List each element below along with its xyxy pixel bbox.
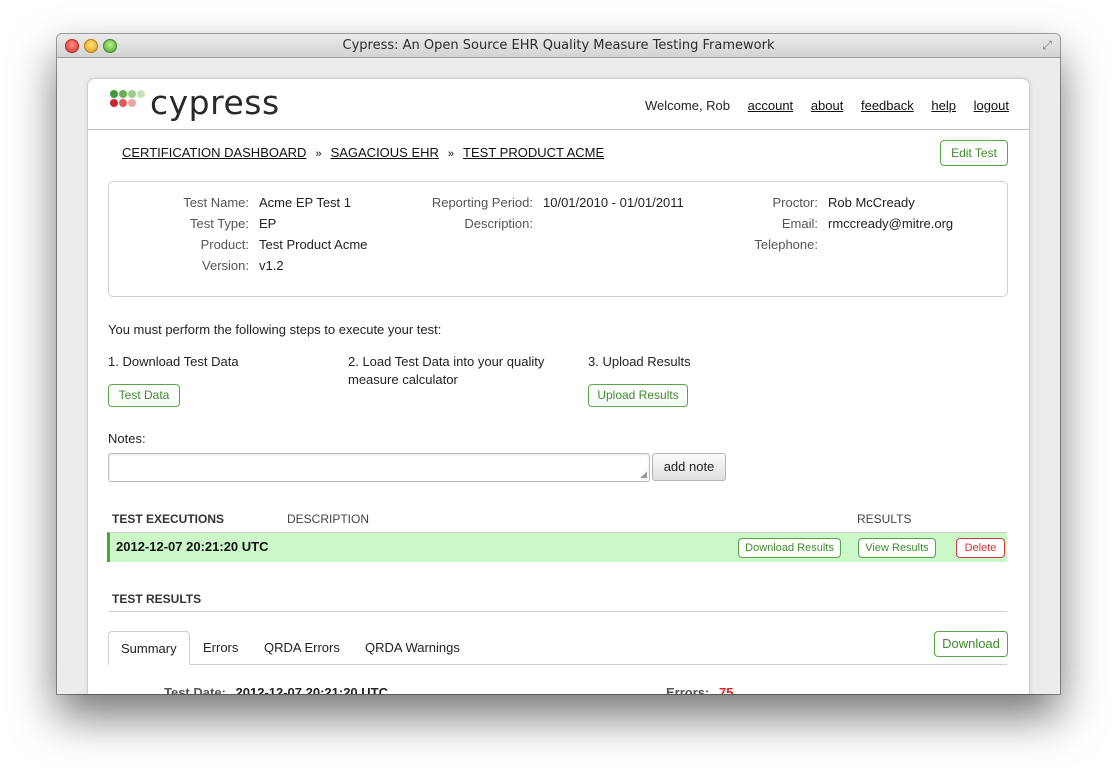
upload-results-button[interactable]: Upload Results [588, 384, 688, 407]
product-value: Test Product Acme [259, 237, 368, 252]
telephone-label: Telephone: [754, 237, 818, 252]
step-1-text: 1. Download Test Data [108, 354, 239, 369]
summary-test-date: Test Date: 2012-12-07 20:21:20 UTC [164, 685, 388, 694]
breadcrumb-product[interactable]: TEST PRODUCT ACME [463, 145, 604, 160]
test-type-value: EP [259, 216, 277, 231]
description-header: DESCRIPTION [287, 512, 370, 526]
tab-errors[interactable]: Errors [191, 631, 250, 664]
product-label: Product: [200, 237, 249, 252]
proctor-label: Proctor: [772, 195, 818, 210]
breadcrumb-dashboard[interactable]: CERTIFICATION DASHBOARD [122, 145, 306, 160]
window-title: Cypress: An Open Source EHR Quality Meas… [342, 38, 775, 53]
add-note-button[interactable]: add note [652, 453, 726, 481]
notes-label: Notes: [108, 431, 146, 446]
feedback-link[interactable]: feedback [861, 98, 914, 113]
test-name-value: Acme EP Test 1 [259, 195, 352, 210]
welcome-text: Welcome, Rob [645, 98, 731, 113]
test-name-label: Test Name: [183, 195, 249, 210]
help-link[interactable]: help [931, 98, 956, 113]
close-window-icon[interactable] [65, 39, 79, 53]
tab-qrda-warnings[interactable]: QRDA Warnings [353, 631, 472, 664]
executions-header: TEST EXECUTIONS [112, 512, 225, 526]
page-viewport: cypress Welcome, Rob account about feedb… [57, 58, 1060, 694]
tab-summary[interactable]: Summary [108, 631, 190, 665]
email-label: Email: [781, 216, 818, 231]
email-value: rmccready@mitre.org [828, 216, 954, 231]
breadcrumb-separator: » [315, 148, 322, 160]
fullscreen-icon[interactable]: ⤢ [1040, 38, 1054, 52]
main-card: cypress Welcome, Rob account about feedb… [87, 78, 1030, 694]
test-results-title: TEST RESULTS [112, 592, 202, 606]
description-label: Description: [464, 216, 533, 231]
results-header: RESULTS [857, 512, 912, 526]
download-button[interactable]: Download [934, 631, 1008, 657]
test-type-label: Test Type: [189, 216, 249, 231]
reporting-period-label: Reporting Period: [431, 195, 533, 210]
zoom-window-icon[interactable] [103, 39, 117, 53]
reporting-period-value: 10/01/2010 - 01/01/2011 [543, 195, 684, 210]
logo-text: cypress [150, 83, 280, 122]
breadcrumb: CERTIFICATION DASHBOARD » SAGACIOUS EHR » TE… [122, 145, 604, 160]
test-data-button[interactable]: Test Data [108, 384, 180, 407]
proctor-value: Rob McCready [828, 195, 915, 210]
logo-dots-icon [110, 90, 152, 116]
tab-qrda-errors[interactable]: QRDA Errors [252, 631, 352, 664]
test-date-label: Test Date: [164, 685, 226, 694]
delete-execution-button[interactable]: Delete [956, 538, 1005, 558]
errors-label: Errors: [666, 685, 710, 694]
steps-intro: You must perform the following steps to … [108, 322, 442, 337]
edit-test-button[interactable]: Edit Test [940, 140, 1008, 166]
download-results-button[interactable]: Download Results [738, 538, 841, 558]
execution-row: 2012-12-07 20:21:20 UTC Download Results… [107, 532, 1007, 562]
about-link[interactable]: about [811, 98, 844, 113]
step-2-text: 2. Load Test Data into your quality meas… [348, 354, 545, 387]
browser-window: Cypress: An Open Source EHR Quality Meas… [57, 34, 1060, 694]
account-link[interactable]: account [748, 98, 794, 113]
execution-date: 2012-12-07 20:21:20 UTC [116, 539, 269, 554]
site-header: cypress Welcome, Rob account about feedb… [88, 79, 1029, 130]
breadcrumb-vendor[interactable]: SAGACIOUS EHR [331, 145, 439, 160]
textarea-resize-grip[interactable]: ◢ [108, 453, 648, 480]
step-3-text: 3. Upload Results [588, 354, 691, 369]
view-results-button[interactable]: View Results [858, 538, 936, 558]
resize-grip-icon: ◢ [640, 469, 647, 479]
divider [108, 611, 1007, 612]
summary-errors: Errors: 75 [666, 685, 733, 694]
test-info-panel: Test Name: Acme EP Test 1 Test Type: EP … [108, 181, 1008, 297]
version-value: v1.2 [259, 258, 284, 273]
breadcrumb-separator: » [447, 148, 455, 160]
results-tabs: Summary Errors QRDA Errors QRDA Warnings [108, 631, 1007, 665]
test-date-value: 2012-12-07 20:21:20 UTC [235, 685, 388, 694]
title-bar: Cypress: An Open Source EHR Quality Meas… [57, 34, 1060, 58]
minimize-window-icon[interactable] [84, 39, 98, 53]
logout-link[interactable]: logout [974, 98, 1009, 113]
user-nav: Welcome, Rob account about feedback help… [631, 98, 1009, 113]
version-label: Version: [202, 258, 249, 273]
errors-count: 75 [718, 685, 734, 694]
